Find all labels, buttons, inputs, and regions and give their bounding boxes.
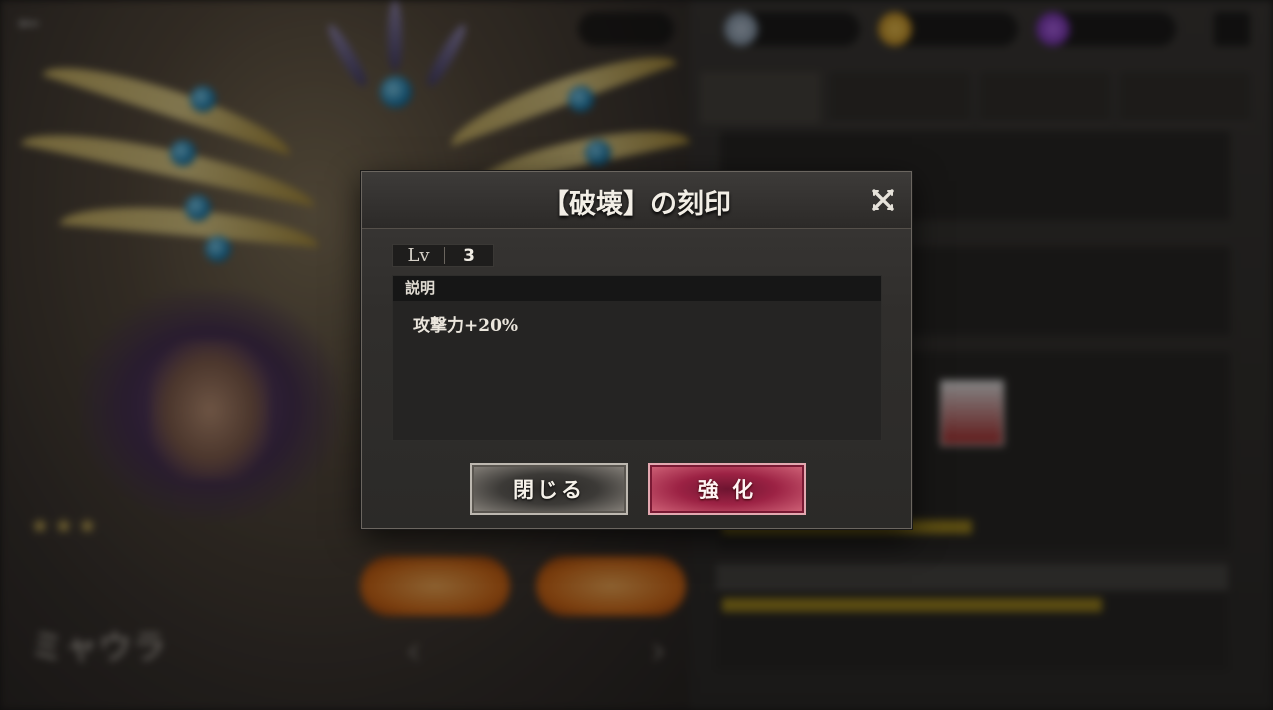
- dialog-header: 【破壊】の刻印: [362, 172, 911, 229]
- description-header: 説明: [393, 276, 881, 301]
- close-button[interactable]: 閉じる: [470, 463, 628, 515]
- level-label: Lv: [393, 247, 445, 265]
- description-text: 攻撃力+20%: [413, 316, 519, 336]
- dialog-title: 【破壊】の刻印: [542, 189, 731, 220]
- description-box: 説明 攻撃力+20%: [392, 275, 882, 441]
- enhance-button[interactable]: 強 化: [648, 463, 806, 515]
- inscription-dialog: 【破壊】の刻印 Lv 3 説明 攻撃力+20% 閉じる 強 化: [361, 171, 912, 529]
- level-value: 3: [463, 245, 475, 266]
- close-icon[interactable]: [869, 186, 897, 214]
- level-badge: Lv 3: [392, 244, 494, 267]
